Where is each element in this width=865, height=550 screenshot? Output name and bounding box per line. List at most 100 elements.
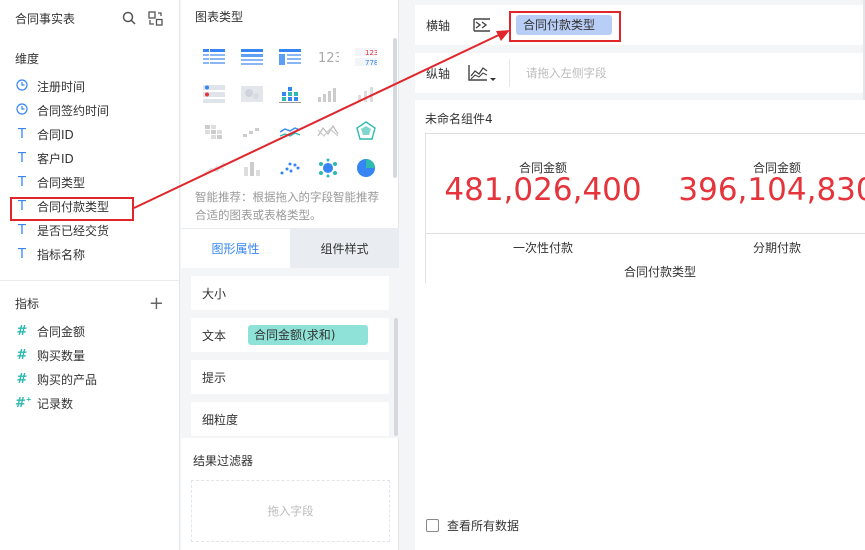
range-bar-icon[interactable] bbox=[309, 75, 347, 112]
table-name: 合同事实表 bbox=[15, 11, 76, 26]
dimension-field-item[interactable]: T 合同ID bbox=[0, 122, 179, 146]
metric-field-label: 购买的产品 bbox=[37, 372, 98, 387]
metric-field-label: 记录数 bbox=[37, 396, 74, 411]
properties-scrollbar[interactable] bbox=[394, 318, 398, 436]
field-panel: 合同事实表 维度 注册时间 合同签约时间 T 合同ID T 客户ID T 合同类型 T 合同付款类… bbox=[0, 0, 180, 550]
detail-list-icon[interactable] bbox=[195, 75, 233, 112]
dimension-field-item[interactable]: T 客户ID bbox=[0, 146, 179, 170]
switch-table-icon[interactable] bbox=[146, 9, 164, 27]
text-type-icon: T bbox=[18, 246, 26, 262]
number-card-icon[interactable]: 123 bbox=[309, 38, 347, 75]
clock-icon bbox=[15, 102, 29, 118]
dimension-field-label: 合同ID bbox=[37, 127, 74, 142]
dimension-field-item[interactable]: 注册时间 bbox=[0, 74, 179, 98]
widget-title[interactable]: 未命名组件4 bbox=[425, 110, 493, 127]
pie-chart-icon[interactable] bbox=[347, 149, 385, 186]
graphic-properties: 大小 文本 合同金额(求和) 提示 细粒度 bbox=[181, 268, 399, 438]
metric-field-item[interactable]: # 购买的产品 bbox=[0, 367, 179, 391]
show-all-label: 查看所有数据 bbox=[447, 519, 520, 533]
dimension-field-label: 客户ID bbox=[37, 151, 74, 166]
x-axis-label: 横轴 bbox=[426, 18, 451, 33]
matrix-icon[interactable] bbox=[195, 112, 233, 149]
line-chart-icon[interactable] bbox=[271, 112, 309, 149]
config-panel: 图表类型 123 123 778 智能推荐：根据拖入的字段智能推荐合适的图表或表格 bbox=[181, 0, 399, 550]
radar-chart-icon[interactable] bbox=[347, 112, 385, 149]
table-chart-icon[interactable] bbox=[195, 38, 233, 75]
text-type-icon: T bbox=[18, 150, 26, 166]
dimension-field-item[interactable]: T 指标名称 bbox=[0, 242, 179, 266]
design-area: 横轴 合同付款类型 纵轴 请拖入左侧字段 未命名组件4 合同金额 481,026,… bbox=[415, 0, 865, 550]
x-axis-row: 横轴 合同付款类型 bbox=[415, 5, 865, 45]
y-axis-separator bbox=[509, 59, 510, 87]
dimension-list: 注册时间 合同签约时间 T 合同ID T 客户ID T 合同类型 T 合同付款类型 T 是否已经交货 T… bbox=[0, 74, 179, 266]
cross-table-icon[interactable] bbox=[271, 38, 309, 75]
dimension-field-label: 指标名称 bbox=[37, 247, 86, 262]
size-property[interactable]: 大小 bbox=[191, 276, 389, 310]
smart-recommend-hint: 智能推荐：根据拖入的字段智能推荐合适的图表或表格类型。 bbox=[195, 190, 379, 222]
svg-text:123: 123 bbox=[318, 51, 339, 65]
x-axis-type-icon[interactable] bbox=[467, 13, 497, 37]
dimension-field-label: 合同签约时间 bbox=[37, 103, 110, 118]
granularity-property[interactable]: 细粒度 bbox=[191, 402, 389, 436]
number-type-icon: # bbox=[16, 371, 28, 387]
dimension-field-item[interactable]: 合同签约时间 bbox=[0, 98, 179, 122]
dimension-field-label: 是否已经交货 bbox=[37, 223, 110, 238]
stacked-column-icon[interactable] bbox=[271, 75, 309, 112]
metrics-section-title: 指标 + bbox=[15, 293, 164, 314]
y-axis-label: 纵轴 bbox=[426, 66, 451, 81]
metric-value: 396,104,830 bbox=[678, 172, 865, 208]
kpi-card-icon[interactable]: 123 778 bbox=[347, 38, 385, 75]
dimension-field-label: 注册时间 bbox=[37, 79, 86, 94]
column-chart-icon[interactable] bbox=[233, 149, 271, 186]
svg-text:123: 123 bbox=[365, 49, 377, 57]
category-tick-label: 一次性付款 bbox=[512, 241, 573, 255]
dimensions-section-title: 维度 bbox=[15, 52, 40, 66]
scatter-chart-icon[interactable] bbox=[271, 149, 309, 186]
metric-value: 481,026,400 bbox=[444, 172, 642, 208]
divider bbox=[0, 280, 179, 281]
waterfall-icon[interactable] bbox=[233, 112, 271, 149]
dimension-field-label: 合同类型 bbox=[37, 175, 86, 190]
chart-axis-line bbox=[425, 233, 865, 234]
text-type-icon: T bbox=[18, 126, 26, 142]
area-chart-icon[interactable] bbox=[309, 112, 347, 149]
metric-field-label: 购买数量 bbox=[37, 348, 86, 363]
chart-types-scrollbar[interactable] bbox=[393, 38, 397, 178]
metric-field-label: 合同金额 bbox=[37, 324, 86, 339]
svg-text:778: 778 bbox=[365, 59, 377, 66]
tooltip-property[interactable]: 提示 bbox=[191, 360, 389, 394]
chart-widget: 未命名组件4 合同金额 481,026,400 一次性付款 合同金额 396,104,8… bbox=[415, 100, 865, 550]
search-icon[interactable] bbox=[120, 9, 138, 27]
y-axis-placeholder[interactable]: 请拖入左侧字段 bbox=[526, 65, 607, 81]
highlight-box-dimension bbox=[10, 197, 134, 221]
attribute-tabs: 图形属性 组件样式 bbox=[181, 228, 399, 268]
chart-type-grid: 123 123 778 bbox=[195, 38, 385, 186]
show-all-checkbox[interactable] bbox=[426, 519, 439, 532]
group-table-icon[interactable] bbox=[233, 38, 271, 75]
category-tick-label: 分期付款 bbox=[752, 241, 801, 255]
result-filter-dropzone[interactable]: 拖入字段 bbox=[191, 480, 390, 542]
bar-chart-icon[interactable] bbox=[347, 75, 385, 112]
add-metric-icon[interactable]: + bbox=[149, 295, 164, 313]
text-property[interactable]: 文本 合同金额(求和) bbox=[191, 318, 389, 352]
metric-field-item[interactable]: # 合同金额 bbox=[0, 319, 179, 343]
show-all-data-row[interactable]: 查看所有数据 bbox=[426, 517, 519, 534]
calc-number-icon: #+ bbox=[15, 395, 32, 411]
metric-field-item[interactable]: # 购买数量 bbox=[0, 343, 179, 367]
y-axis-type-icon[interactable] bbox=[467, 61, 497, 85]
dimension-field-item[interactable]: T 合同类型 bbox=[0, 170, 179, 194]
text-type-icon: T bbox=[18, 222, 26, 238]
bubble-chart-icon[interactable] bbox=[309, 149, 347, 186]
tab-graphic-attributes[interactable]: 图形属性 bbox=[181, 229, 290, 268]
tab-component-style[interactable]: 组件样式 bbox=[290, 229, 399, 268]
metric-field-item[interactable]: #+ 记录数 bbox=[0, 391, 179, 415]
heatmap-icon[interactable] bbox=[233, 75, 271, 112]
dimension-field-item[interactable]: T 是否已经交货 bbox=[0, 218, 179, 242]
highlight-box-x-axis bbox=[509, 11, 621, 42]
chart-frame bbox=[425, 133, 865, 283]
text-field-pill[interactable]: 合同金额(求和) bbox=[248, 325, 369, 345]
text-type-icon: T bbox=[18, 174, 26, 190]
combo-chart-icon[interactable] bbox=[195, 149, 233, 186]
number-type-icon: # bbox=[16, 323, 28, 339]
x-axis-title: 合同付款类型 bbox=[623, 265, 696, 279]
